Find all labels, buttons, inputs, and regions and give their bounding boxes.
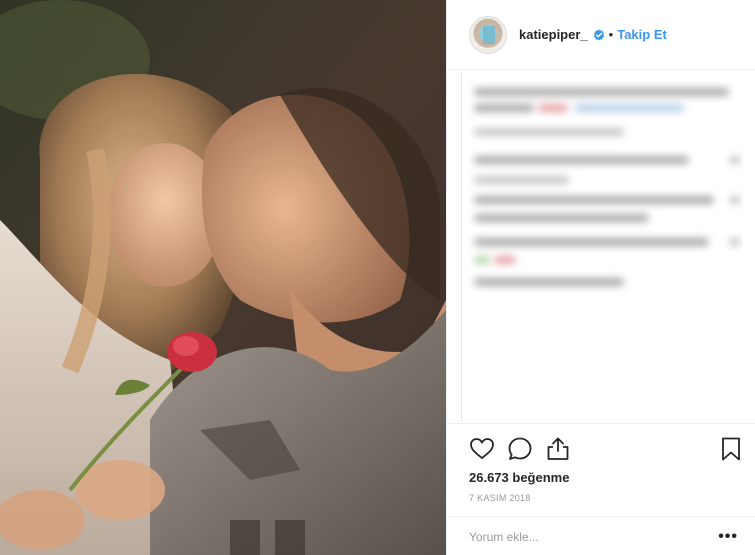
blurred-comments [474, 78, 743, 308]
post-photo[interactable] [0, 0, 446, 555]
verified-badge-icon [593, 29, 604, 40]
comments-area[interactable] [461, 72, 743, 422]
likes-count[interactable]: 26.673 beğenme [469, 470, 569, 485]
post-sidebar: katiepiper_ • Takip Et 26.673 beğenme 7 … [446, 0, 755, 555]
comment-input[interactable] [469, 529, 719, 544]
post-date[interactable]: 7 KASIM 2018 [469, 493, 531, 503]
username-link[interactable]: katiepiper_ [519, 27, 588, 42]
comment-box: ••• [447, 516, 755, 555]
comment-icon[interactable] [507, 436, 533, 462]
follow-button[interactable]: Takip Et [617, 27, 667, 42]
action-icons [469, 436, 744, 462]
bookmark-icon[interactable] [718, 436, 744, 462]
post-actions-section: 26.673 beğenme 7 KASIM 2018 ••• [447, 423, 755, 555]
post-photo-image [0, 0, 446, 555]
header-separator: • [608, 27, 614, 42]
avatar[interactable] [469, 15, 507, 54]
heart-icon[interactable] [469, 436, 495, 462]
post-header: katiepiper_ • Takip Et [447, 0, 755, 70]
more-options-icon[interactable]: ••• [718, 528, 738, 544]
share-icon[interactable] [545, 436, 571, 462]
